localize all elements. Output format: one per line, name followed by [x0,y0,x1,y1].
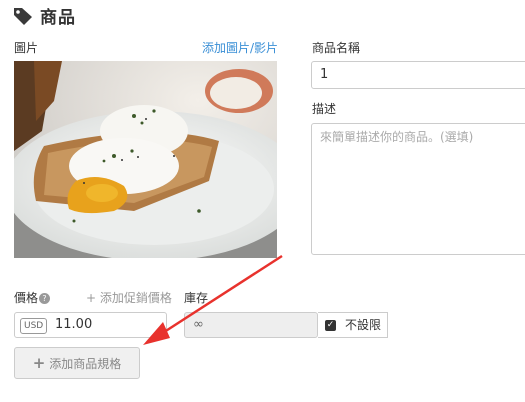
currency-tag: USD [20,318,48,334]
price-label-wrap: 價格? [14,289,51,306]
stock-input[interactable]: ∞ [184,312,318,338]
description-textarea[interactable]: 來簡單描述你的商品。(選填) [311,123,525,255]
product-photo [14,61,277,258]
plus-icon: + [32,354,46,372]
stock-label: 庫存 [184,291,209,305]
image-label: 圖片 [14,41,39,55]
unlimited-label: 不設限 [345,318,382,332]
page-title: 商品 [40,8,76,28]
unlimited-toggle[interactable]: ✓ 不設限 [318,312,388,338]
price-value: 11.00 [55,317,93,332]
product-name-label: 商品名稱 [312,41,361,55]
help-icon[interactable]: ? [39,293,51,304]
product-name-input[interactable]: 1 [311,61,525,89]
add-promo-price-link[interactable]: + 添加促銷價格 [86,289,172,306]
description-label: 描述 [312,102,337,116]
add-variant-label: 添加商品規格 [49,357,122,371]
add-variant-button[interactable]: + 添加商品規格 [14,347,140,379]
checkbox-checked-icon[interactable]: ✓ [325,320,336,331]
price-input[interactable]: USD 11.00 [14,312,167,338]
tag-icon [14,8,32,25]
add-media-link[interactable]: 添加圖片/影片 [202,39,278,56]
price-label: 價格 [14,291,39,305]
